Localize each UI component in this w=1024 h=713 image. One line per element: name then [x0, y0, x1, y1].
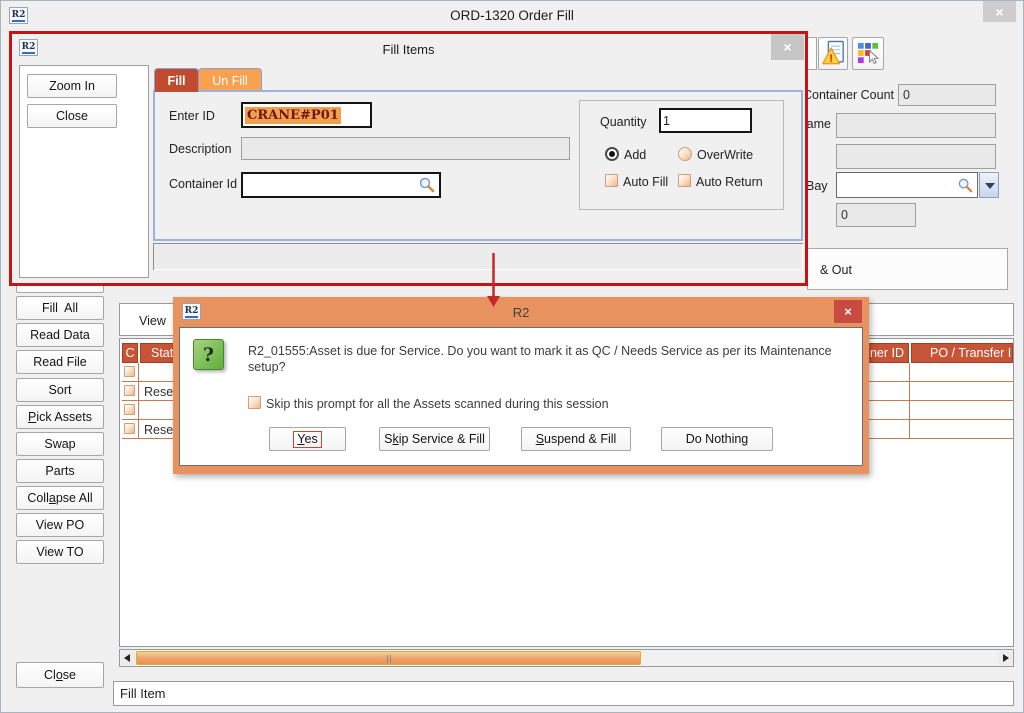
sidebar-fill-all-button[interactable]: Fill All — [16, 296, 104, 320]
close-icon: × — [844, 304, 852, 319]
tab-fill[interactable]: Fill — [154, 68, 199, 92]
sidebar-view-po-button[interactable]: View PO — [16, 513, 104, 537]
sidebar-collapse-all-button[interactable]: Collapse All — [16, 486, 104, 510]
order-fill-window: R2 ORD-1320 Order Fill × ! Container Cou… — [0, 0, 1024, 713]
auto-fill-checkbox[interactable] — [605, 174, 618, 187]
skip-prompt-checkbox[interactable] — [248, 396, 261, 409]
grid-header-po-transfer[interactable]: PO / Transfer ID — [911, 343, 1013, 363]
status-text: Fill Item — [120, 687, 166, 701]
skip-prompt-label: Skip this prompt for all the Assets scan… — [266, 397, 609, 411]
scan-out-label: & Out — [820, 263, 852, 277]
search-icon[interactable] — [957, 177, 974, 194]
sidebar-sort-button[interactable]: Sort — [16, 378, 104, 402]
enter-id-label: Enter ID — [169, 109, 215, 123]
sidebar-pick-assets-button[interactable]: Pick Assets — [16, 405, 104, 429]
r2-message-line2: setup? — [248, 360, 286, 374]
zoom-in-button[interactable]: Zoom In — [27, 74, 117, 98]
skip-service-fill-button[interactable]: Skip Service & Fill — [379, 427, 490, 451]
bay-dropdown-button[interactable] — [979, 172, 999, 198]
window-close-button[interactable]: × — [983, 1, 1016, 22]
enter-id-field[interactable]: CRANE#P01 — [241, 102, 372, 128]
add-radio[interactable] — [605, 147, 619, 161]
close-icon: × — [995, 4, 1003, 20]
report-warning-button[interactable]: ! — [818, 37, 848, 70]
view-bar-label: View — [139, 314, 166, 328]
arrow-right-icon — [1003, 654, 1009, 662]
row-checkbox[interactable] — [124, 385, 135, 396]
grid-header-check[interactable]: C — [122, 343, 138, 363]
color-grid-icon — [857, 42, 880, 65]
scroll-thumb[interactable] — [136, 651, 641, 665]
horizontal-scrollbar[interactable] — [119, 649, 1014, 667]
add-radio-label: Add — [624, 148, 646, 162]
sidebar-view-to-button[interactable]: View TO — [16, 540, 104, 564]
search-icon[interactable] — [418, 176, 436, 194]
container-count-field: 0 — [898, 84, 996, 106]
sidebar-read-file-button[interactable]: Read File — [16, 350, 104, 374]
bay-count-field: 0 — [836, 203, 916, 227]
description-field — [241, 137, 570, 160]
sidebar-parts-button[interactable]: Parts — [16, 459, 104, 483]
name-field — [836, 113, 996, 138]
fill-items-dialog: R2 Fill Items × Zoom In Close Fill Un Fi… — [12, 34, 805, 284]
container-id-label: Container Id — [169, 177, 237, 191]
chevron-down-icon — [985, 183, 995, 189]
yes-button[interactable]: Yes — [269, 427, 346, 451]
fill-items-close-button[interactable]: × — [771, 34, 804, 60]
row-checkbox[interactable] — [124, 423, 135, 434]
row-checkbox[interactable] — [124, 366, 135, 377]
status-bar: Fill Item — [113, 681, 1014, 706]
bay-search-field[interactable] — [836, 172, 978, 198]
do-nothing-button[interactable]: Do Nothing — [661, 427, 773, 451]
r2-dialog-title: R2 — [173, 305, 869, 320]
auto-return-label: Auto Return — [696, 175, 763, 189]
suspend-fill-button[interactable]: Suspend & Fill — [521, 427, 631, 451]
quantity-field[interactable]: 1 — [659, 108, 752, 133]
description-label: Description — [169, 142, 232, 156]
scroll-right-button[interactable] — [998, 651, 1012, 665]
svg-text:!: ! — [829, 53, 833, 65]
overwrite-radio-label: OverWrite — [697, 148, 753, 162]
sidebar-read-data-button[interactable]: Read Data — [16, 323, 104, 347]
name-field-2 — [836, 144, 996, 169]
fill-items-title: Fill Items — [12, 42, 805, 57]
r2-message-line1: R2_01555:Asset is due for Service. Do yo… — [248, 344, 832, 358]
sidebar-close-button[interactable]: Close — [16, 662, 104, 688]
arrow-left-icon — [124, 654, 130, 662]
warning-report-icon: ! — [821, 40, 845, 67]
color-grid-button[interactable] — [852, 37, 884, 70]
question-icon: ? — [193, 339, 224, 370]
close-icon: × — [783, 39, 791, 55]
bay-label: Bay — [806, 179, 828, 193]
tab-unfill[interactable]: Un Fill — [198, 68, 262, 92]
enter-id-value: CRANE#P01 — [245, 107, 341, 124]
r2-dialog-close-button[interactable]: × — [834, 300, 862, 323]
overwrite-radio[interactable] — [678, 147, 692, 161]
row-checkbox[interactable] — [124, 404, 135, 415]
auto-return-checkbox[interactable] — [678, 174, 691, 187]
auto-fill-label: Auto Fill — [623, 175, 668, 189]
thumb-grip — [390, 655, 391, 663]
scan-out-panel[interactable]: & Out — [807, 248, 1008, 290]
partial-sidebar-button[interactable] — [16, 283, 104, 293]
window-title: ORD-1320 Order Fill — [1, 8, 1023, 23]
sidebar-swap-button[interactable]: Swap — [16, 432, 104, 456]
thumb-grip — [387, 655, 388, 663]
scroll-left-button[interactable] — [121, 651, 135, 665]
partial-toolbar-button[interactable] — [807, 37, 817, 70]
quantity-label: Quantity — [600, 115, 647, 129]
r2-message-dialog: R2 R2 × ? R2_01555:Asset is due for Serv… — [173, 297, 869, 474]
dialog-close-button[interactable]: Close — [27, 104, 117, 128]
dialog-status-strip — [153, 243, 803, 270]
container-id-field[interactable] — [241, 172, 441, 198]
